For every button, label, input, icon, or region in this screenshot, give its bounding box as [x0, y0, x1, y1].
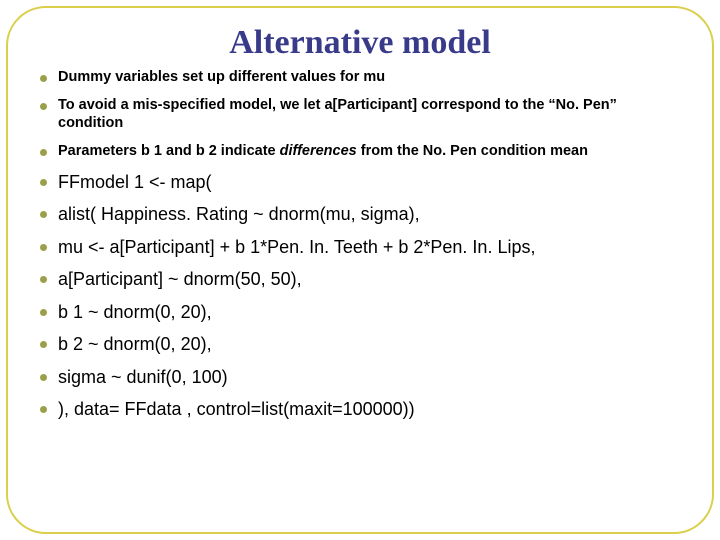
bullet-item: mu <- a[Participant] + b 1*Pen. In. Teet… [36, 236, 684, 259]
slide-frame: Alternative model Dummy variables set up… [6, 6, 714, 534]
bullet-item: alist( Happiness. Rating ~ dnorm(mu, sig… [36, 203, 684, 226]
bullet-item: a[Participant] ~ dnorm(50, 50), [36, 268, 684, 291]
bullet-item: b 2 ~ dnorm(0, 20), [36, 333, 684, 356]
bullet-item: Dummy variables set up different values … [36, 68, 684, 86]
bullet-item: b 1 ~ dnorm(0, 20), [36, 301, 684, 324]
bullet-item: Parameters b 1 and b 2 indicate differen… [36, 142, 684, 160]
bullet-text: Parameters b 1 and b 2 indicate [58, 143, 280, 159]
bullet-text: from the No. Pen condition mean [357, 143, 588, 159]
bullet-item: ), data= FFdata , control=list(maxit=100… [36, 398, 684, 421]
bullet-item: FFmodel 1 <- map( [36, 171, 684, 194]
slide: Alternative model Dummy variables set up… [0, 0, 720, 540]
bullet-list: Dummy variables set up different values … [36, 68, 684, 421]
bullet-item: sigma ~ dunif(0, 100) [36, 366, 684, 389]
slide-title: Alternative model [36, 24, 684, 62]
bullet-item: To avoid a mis-specified model, we let a… [36, 96, 684, 132]
bullet-text-italic: differences [280, 143, 357, 159]
